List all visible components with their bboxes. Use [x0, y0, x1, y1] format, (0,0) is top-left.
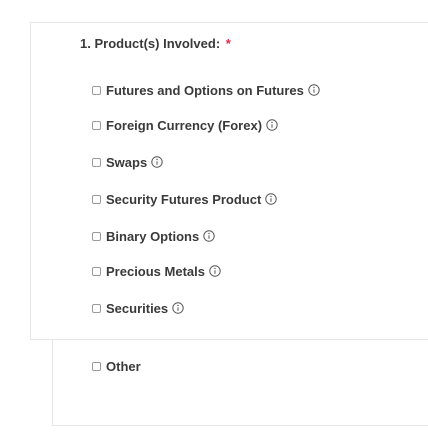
required-marker: *: [225, 36, 231, 51]
option-label: Swaps: [106, 154, 148, 170]
products-panel: [30, 22, 428, 340]
option-swaps[interactable]: Swaps: [92, 154, 163, 170]
checkbox[interactable]: [92, 303, 101, 313]
option-label: Precious Metals: [106, 263, 205, 279]
option-label: Other: [106, 358, 141, 374]
checkbox[interactable]: [92, 157, 101, 167]
checkbox[interactable]: [92, 194, 101, 204]
question-text: Product(s) Involved:: [94, 36, 221, 51]
checkbox[interactable]: [92, 231, 101, 241]
option-label: Futures and Options on Futures: [106, 82, 304, 98]
option-label: Binary Options: [106, 228, 200, 244]
option-futures-and-options[interactable]: Futures and Options on Futures: [92, 82, 320, 98]
info-icon[interactable]: [151, 156, 163, 168]
info-icon[interactable]: [265, 193, 278, 205]
other-panel: [52, 340, 428, 426]
option-label: Security Futures Product: [106, 191, 262, 207]
option-other[interactable]: Other: [92, 358, 141, 374]
info-icon[interactable]: [266, 119, 278, 131]
question-number: 1.: [80, 36, 91, 51]
info-icon[interactable]: [203, 230, 215, 242]
info-icon[interactable]: [172, 302, 184, 314]
question-label: 1. Product(s) Involved: *: [80, 36, 231, 51]
option-foreign-currency[interactable]: Foreign Currency (Forex): [92, 117, 278, 133]
checkbox[interactable]: [92, 120, 101, 130]
option-security-futures-product[interactable]: Security Futures Product: [92, 191, 278, 207]
checkbox[interactable]: [92, 266, 101, 276]
option-label: Foreign Currency (Forex): [106, 117, 263, 133]
info-icon[interactable]: [209, 265, 221, 277]
option-securities[interactable]: Securities: [92, 300, 184, 316]
checkbox[interactable]: [92, 85, 101, 95]
option-binary-options[interactable]: Binary Options: [92, 228, 215, 244]
option-precious-metals[interactable]: Precious Metals: [92, 263, 221, 279]
option-label: Securities: [106, 300, 169, 316]
info-icon[interactable]: [308, 84, 320, 96]
checkbox[interactable]: [92, 361, 101, 371]
